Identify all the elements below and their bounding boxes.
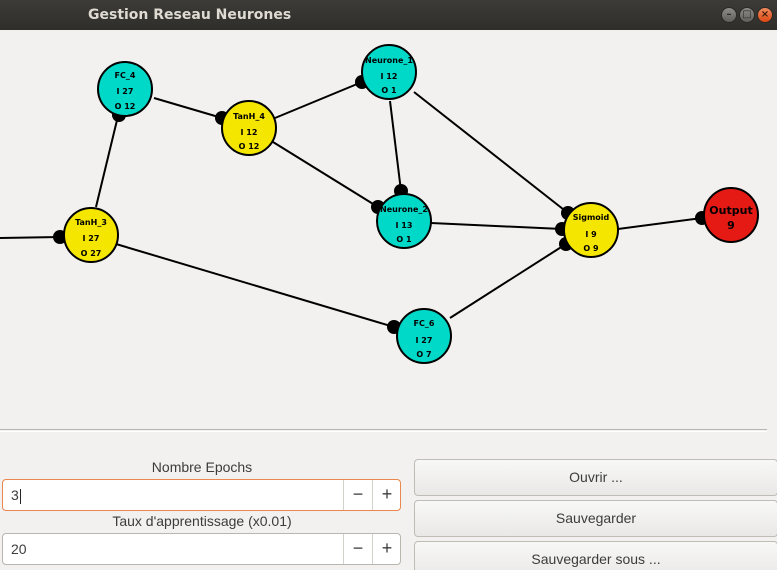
node-output: O 7 — [416, 350, 431, 359]
epochs-spinbox[interactable]: 3 − + — [2, 479, 401, 511]
node-name: Neurone_2 — [380, 205, 428, 214]
edge-tanh4-neurone2 — [272, 141, 379, 208]
save-button[interactable]: Sauvegarder — [414, 500, 777, 537]
node-fc-6[interactable]: FC_6 I 27 O 7 — [396, 308, 452, 364]
node-name: Sigmoid — [573, 213, 610, 222]
edge-input-tanh3 — [0, 236, 61, 239]
epochs-value: 3 — [11, 487, 19, 503]
save-as-button[interactable]: Sauvegarder sous ... — [414, 541, 777, 570]
node-name: Output — [709, 204, 752, 217]
node-tanh-4[interactable]: TanH_4 I 12 O 12 — [221, 100, 277, 156]
node-name: TanH_3 — [75, 218, 107, 227]
node-name: Neurone_1 — [365, 56, 413, 65]
node-input: I 12 — [381, 72, 398, 81]
node-input: I 27 — [416, 336, 433, 345]
open-button[interactable]: Ouvrir ... — [414, 459, 777, 496]
node-output: O 12 — [115, 102, 136, 111]
edge-fc4-tanh3 — [95, 115, 119, 208]
node-sigmoid[interactable]: Sigmoid I 9 O 9 — [563, 202, 619, 258]
node-fc-4[interactable]: FC_4 I 27 O 12 — [97, 61, 153, 117]
learning-rate-decrement-button[interactable]: − — [343, 534, 372, 564]
epochs-label: Nombre Epochs — [151, 459, 253, 475]
node-neurone-1[interactable]: Neurone_1 I 12 O 1 — [361, 44, 417, 100]
node-output: O 1 — [381, 86, 397, 95]
close-icon[interactable]: × — [757, 7, 773, 23]
epochs-decrement-button[interactable]: − — [343, 480, 372, 510]
node-tanh-3[interactable]: TanH_3 I 27 O 27 — [63, 207, 119, 263]
node-value: 9 — [727, 219, 735, 232]
text-caret — [19, 488, 21, 504]
node-input: I 27 — [117, 87, 134, 96]
edge-neurone1-neurone2 — [389, 100, 402, 192]
node-input: I 9 — [585, 230, 597, 239]
epochs-input[interactable]: 3 — [11, 487, 21, 504]
node-output[interactable]: Output 9 — [703, 187, 759, 243]
node-output: O 27 — [81, 249, 102, 258]
learning-rate-input[interactable]: 20 — [11, 541, 27, 557]
network-graph: FC_4 I 27 O 12 TanH_4 I 12 O 12 Neurone_… — [0, 44, 759, 364]
learning-rate-spinbox[interactable]: 20 − + — [2, 533, 401, 565]
edge-fc6-sigmoid — [449, 243, 567, 319]
node-name: FC_6 — [414, 319, 435, 328]
minimize-icon[interactable]: – — [721, 7, 737, 23]
window-title: Gestion Reseau Neurones — [88, 7, 292, 23]
panel-separator — [0, 429, 767, 432]
node-input: I 12 — [241, 128, 258, 137]
node-output: O 9 — [583, 244, 599, 253]
network-canvas[interactable]: FC_4 I 27 O 12 TanH_4 I 12 O 12 Neurone_… — [0, 30, 777, 428]
epochs-increment-button[interactable]: + — [372, 480, 401, 510]
edge-fc4-tanh4 — [153, 97, 223, 119]
node-name: TanH_4 — [233, 112, 265, 121]
node-input: I 27 — [83, 234, 100, 243]
node-name: FC_4 — [115, 71, 136, 80]
edge-neurone2-sigmoid — [430, 222, 563, 230]
edge-tanh4-neurone1 — [274, 81, 363, 119]
node-input: I 13 — [396, 221, 413, 230]
maximize-icon[interactable]: □ — [739, 7, 755, 23]
edge-sigmoid-output — [617, 217, 703, 230]
window-titlebar: Gestion Reseau Neurones – □ × — [0, 0, 777, 30]
edge-neurone1-sigmoid — [413, 91, 569, 214]
node-output: O 1 — [396, 235, 412, 244]
node-neurone-2[interactable]: Neurone_2 I 13 O 1 — [376, 193, 432, 249]
node-output: O 12 — [239, 142, 260, 151]
learning-rate-label: Taux d'apprentissage (x0.01) — [112, 513, 292, 529]
edge-tanh3-fc6 — [115, 243, 395, 328]
learning-rate-increment-button[interactable]: + — [372, 534, 401, 564]
